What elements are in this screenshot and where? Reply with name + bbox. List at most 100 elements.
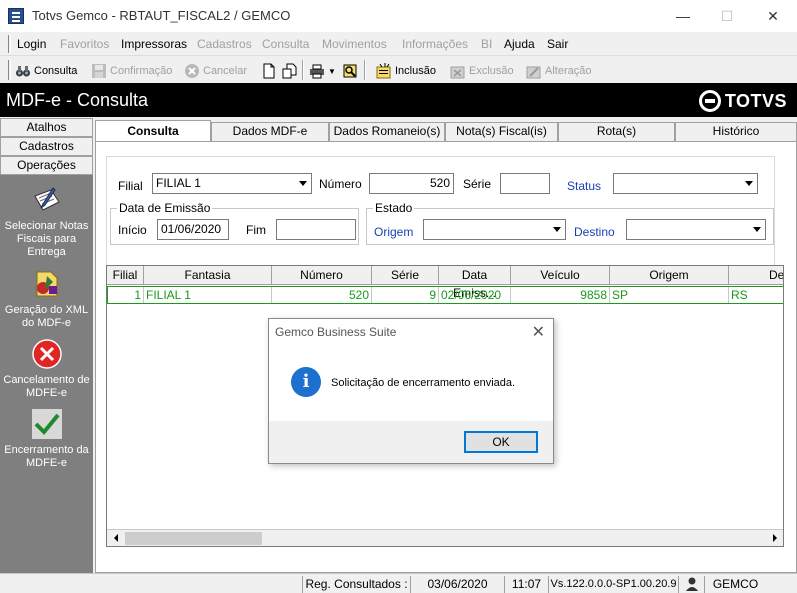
consulta-button[interactable]: Consulta	[15, 61, 77, 81]
cell-data-emissao: 02/06/2020	[439, 287, 511, 303]
dialog-footer: OK	[269, 421, 553, 463]
totvs-logo-text: TOTVS	[724, 90, 787, 111]
menu-ajuda[interactable]: Ajuda	[504, 37, 535, 51]
horizontal-scrollbar[interactable]	[107, 529, 783, 546]
column-header-destino[interactable]: De	[729, 266, 783, 285]
inclusao-button[interactable]: Inclusão	[376, 61, 436, 81]
print-button[interactable]: ▼	[309, 61, 336, 81]
new-document-button[interactable]	[261, 61, 280, 81]
cancelar-button[interactable]: Cancelar	[184, 61, 247, 81]
sidebar-op-geracao-xml[interactable]: Geração do XML do MDF-e	[0, 268, 93, 330]
alteracao-button[interactable]: Alteração	[526, 61, 591, 81]
exclusao-label: Exclusão	[469, 65, 514, 77]
sidebar-op-cancelamento[interactable]: Cancelamento de MDFE-e	[0, 338, 93, 400]
exclusao-button[interactable]: Exclusão	[450, 61, 514, 81]
menu-cadastros[interactable]: Cadastros	[197, 37, 252, 51]
sidebar-op-label: Cancelamento de MDFE-e	[3, 374, 90, 399]
chevron-down-icon	[749, 221, 764, 238]
confirmacao-button[interactable]: Confirmação	[91, 61, 172, 81]
sidebar-op-encerramento[interactable]: Encerramento da MDFE-e	[0, 408, 93, 470]
toolbar: Consulta Confirmação Cancelar ▼ Inclusão…	[0, 57, 797, 83]
tab-dados-romaneio[interactable]: Dados Romaneio(s)	[329, 122, 445, 141]
destino-label: Destino	[574, 225, 615, 239]
inicio-date-input[interactable]: 01/06/2020	[157, 219, 229, 240]
menu-grip	[8, 35, 11, 53]
sidebar: Atalhos Cadastros Operações Selecionar N…	[0, 118, 93, 573]
destino-select[interactable]	[626, 219, 766, 240]
message-dialog: Gemco Business Suite ✕ i Solicitação de …	[268, 318, 554, 464]
maximize-button[interactable]: ☐	[704, 0, 750, 32]
fim-date-input[interactable]	[276, 219, 356, 240]
sidebar-op-selecionar-notas[interactable]: Selecionar Notas Fiscais para Entrega	[0, 184, 93, 259]
filial-label: Filial	[118, 179, 143, 193]
cell-filial: 1	[108, 287, 144, 303]
close-button[interactable]: ✕	[750, 0, 796, 32]
app-icon	[8, 8, 24, 24]
column-header-serie[interactable]: Série	[372, 266, 439, 285]
column-header-fantasia[interactable]: Fantasia	[144, 266, 272, 285]
menu-sair[interactable]: Sair	[547, 37, 568, 51]
scroll-left-icon[interactable]	[107, 530, 124, 546]
toolbar-grip	[8, 60, 11, 80]
chevron-down-icon	[549, 221, 564, 238]
status-bar: Reg. Consultados : 1 03/06/2020 11:07 Vs…	[0, 573, 797, 593]
menu-bar: Login Favoritos Impressoras Cadastros Co…	[0, 32, 797, 56]
fim-label: Fim	[246, 223, 266, 237]
header-band: MDF-e - Consulta TOTVS	[0, 83, 797, 117]
menu-favoritos[interactable]: Favoritos	[60, 37, 109, 51]
status-version: Vs.122.0.0.0-SP1.00.20.9	[548, 576, 678, 593]
status-date: 03/06/2020	[410, 576, 504, 593]
menu-consulta[interactable]: Consulta	[262, 37, 309, 51]
binoculars-icon	[15, 63, 31, 79]
menu-bi[interactable]: BI	[481, 37, 492, 51]
chevron-down-icon	[741, 175, 756, 192]
filial-select[interactable]: FILIAL 1	[152, 173, 312, 194]
copy-document-button[interactable]	[282, 61, 301, 81]
page-title: MDF-e - Consulta	[6, 90, 149, 110]
status-registros: Reg. Consultados : 1	[302, 576, 410, 593]
column-header-data-emissao[interactable]: Data Emiss...	[439, 266, 511, 300]
tab-dados-mdfe[interactable]: Dados MDF-e	[211, 122, 329, 141]
origem-select[interactable]	[423, 219, 566, 240]
menu-movimentos[interactable]: Movimentos	[322, 37, 387, 51]
cell-numero: 520	[272, 287, 372, 303]
status-label: Status	[567, 179, 602, 193]
menu-informacoes[interactable]: Informações	[402, 37, 468, 51]
column-header-filial[interactable]: Filial	[107, 266, 144, 285]
status-select[interactable]	[613, 173, 758, 194]
tab-consulta[interactable]: Consulta	[95, 120, 211, 142]
menu-login[interactable]: Login	[17, 37, 46, 51]
menu-impressoras[interactable]: Impressoras	[121, 37, 187, 51]
serie-input[interactable]	[500, 173, 550, 194]
ok-button[interactable]: OK	[464, 431, 538, 453]
tab-rotas[interactable]: Rota(s)	[558, 122, 675, 141]
scroll-thumb[interactable]	[125, 532, 262, 545]
toolbar-separator	[302, 60, 304, 80]
minimize-button[interactable]: —	[660, 0, 706, 32]
column-header-veiculo[interactable]: Veículo	[511, 266, 610, 285]
dialog-close-icon[interactable]: ✕	[532, 322, 545, 342]
table-row[interactable]: 1 FILIAL 1 520 9 02/06/2020 9858 SP RS	[107, 286, 783, 304]
window-title: Totvs Gemco - RBTAUT_FISCAL2 / GEMCO	[32, 8, 291, 23]
print-preview-button[interactable]	[342, 61, 361, 81]
numero-input[interactable]: 520	[369, 173, 454, 194]
tab-historico[interactable]: Histórico	[675, 122, 797, 141]
cell-fantasia: FILIAL 1	[144, 287, 272, 303]
delete-record-icon	[450, 63, 466, 79]
sidebar-op-label: Encerramento da MDFE-e	[4, 444, 89, 469]
chevron-down-icon	[295, 175, 310, 192]
tab-notas-fiscais[interactable]: Nota(s) Fiscal(is)	[445, 122, 558, 141]
column-header-origem[interactable]: Origem	[610, 266, 729, 285]
estado-title: Estado	[373, 201, 415, 215]
sidebar-tab-operacoes[interactable]: Operações	[0, 156, 93, 175]
sidebar-op-label: Selecionar Notas Fiscais para Entrega	[4, 220, 89, 258]
sidebar-op-label: Geração do XML do MDF-e	[4, 304, 89, 329]
xml-generate-icon	[31, 268, 63, 300]
scroll-right-icon[interactable]	[766, 530, 783, 546]
toolbar-separator	[364, 60, 366, 80]
data-emissao-title: Data de Emissão	[117, 201, 213, 215]
sidebar-tab-atalhos[interactable]: Atalhos	[0, 118, 93, 137]
column-header-numero[interactable]: Número	[272, 266, 372, 285]
confirmacao-label: Confirmação	[110, 65, 173, 77]
sidebar-tab-cadastros[interactable]: Cadastros	[0, 137, 93, 156]
